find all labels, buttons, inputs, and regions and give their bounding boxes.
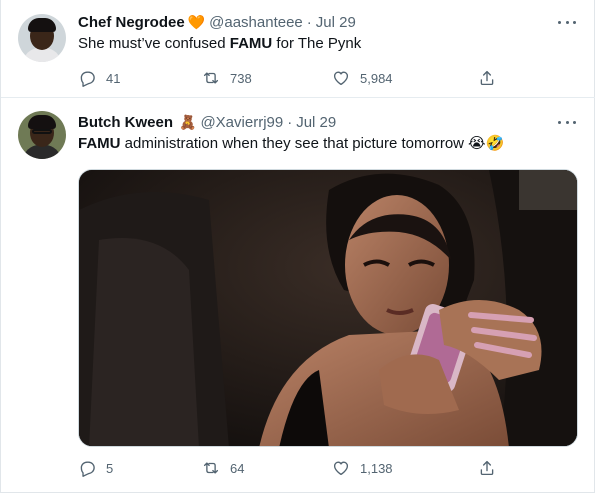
retweet-icon bbox=[203, 72, 219, 84]
tweet-actions: 5 64 1,138 bbox=[78, 458, 498, 478]
share-icon bbox=[480, 460, 494, 476]
avatar-hair-shape bbox=[28, 115, 56, 129]
heart-icon bbox=[333, 461, 349, 476]
photo-image bbox=[79, 170, 577, 446]
reply-button[interactable]: 41 bbox=[78, 68, 120, 88]
share-button[interactable] bbox=[478, 458, 496, 478]
like-button[interactable]: 5,984 bbox=[332, 68, 393, 88]
like-count: 5,984 bbox=[360, 70, 393, 86]
tweet-text-bold: FAMU bbox=[229, 35, 273, 52]
tweet[interactable]: Chef Negrodee 🧡 @aashanteee · Jul 29 She… bbox=[1, 0, 595, 98]
tweet-actions: 41 738 5,984 bbox=[78, 68, 498, 88]
retweet-count: 738 bbox=[230, 70, 252, 86]
reply-count: 41 bbox=[106, 70, 121, 86]
like-count: 1,138 bbox=[360, 460, 393, 476]
retweet-icon bbox=[203, 462, 219, 474]
retweet-button[interactable]: 738 bbox=[202, 68, 252, 88]
avatar-body-shape bbox=[23, 48, 61, 62]
avatar-glasses-shape bbox=[32, 129, 52, 134]
retweet-button[interactable]: 64 bbox=[202, 458, 244, 478]
avatar[interactable] bbox=[18, 111, 66, 159]
tweet-date[interactable]: Jul 29 bbox=[316, 14, 356, 31]
tweet-header: Chef Negrodee 🧡 @aashanteee · Jul 29 bbox=[78, 12, 356, 32]
display-name[interactable]: Butch Kween bbox=[78, 114, 173, 131]
user-handle[interactable]: @aashanteee bbox=[209, 14, 303, 31]
retweet-count: 64 bbox=[230, 460, 245, 476]
share-icon bbox=[480, 70, 494, 86]
reply-count: 5 bbox=[106, 460, 114, 476]
tweet-header: Butch Kween 🧸 @Xavierrj99 · Jul 29 bbox=[78, 112, 336, 132]
avatar-hair-shape bbox=[28, 18, 56, 32]
heart-icon bbox=[333, 71, 349, 86]
reply-icon bbox=[80, 71, 95, 87]
display-name[interactable]: Chef Negrodee bbox=[78, 14, 185, 31]
separator-dot: · bbox=[287, 113, 293, 131]
timeline: Chef Negrodee 🧡 @aashanteee · Jul 29 She… bbox=[0, 0, 595, 493]
tweet[interactable]: Butch Kween 🧸 @Xavierrj99 · Jul 29 FAMU … bbox=[1, 99, 595, 493]
tweet-text: She must’ve confused FAMU for The Pynk bbox=[78, 34, 361, 54]
avatar-body-shape bbox=[23, 145, 61, 159]
tweet-text: FAMU administration when they see that p… bbox=[78, 134, 504, 154]
share-button[interactable] bbox=[478, 68, 496, 88]
avatar[interactable] bbox=[18, 14, 66, 62]
more-options-icon[interactable] bbox=[558, 13, 576, 31]
tweet-text-part: administration when they see that pictur… bbox=[120, 135, 464, 152]
more-options-icon[interactable] bbox=[558, 113, 576, 131]
teddy-bear-emoji: 🧸 bbox=[179, 114, 197, 130]
reply-icon bbox=[80, 461, 95, 477]
like-button[interactable]: 1,138 bbox=[332, 458, 393, 478]
tweet-date[interactable]: Jul 29 bbox=[296, 114, 336, 131]
separator-dot: · bbox=[306, 13, 312, 31]
tweet-text-part: She must’ve confused bbox=[78, 35, 230, 52]
orange-heart-emoji: 🧡 bbox=[187, 14, 206, 30]
crying-laughing-emoji: 😭🤣 bbox=[468, 135, 505, 152]
tweet-text-part: for The Pynk bbox=[272, 35, 362, 52]
tweet-text-bold: FAMU bbox=[78, 135, 121, 152]
tweet-photo[interactable] bbox=[78, 169, 578, 447]
user-handle[interactable]: @Xavierrj99 bbox=[200, 114, 283, 131]
reply-button[interactable]: 5 bbox=[78, 458, 113, 478]
